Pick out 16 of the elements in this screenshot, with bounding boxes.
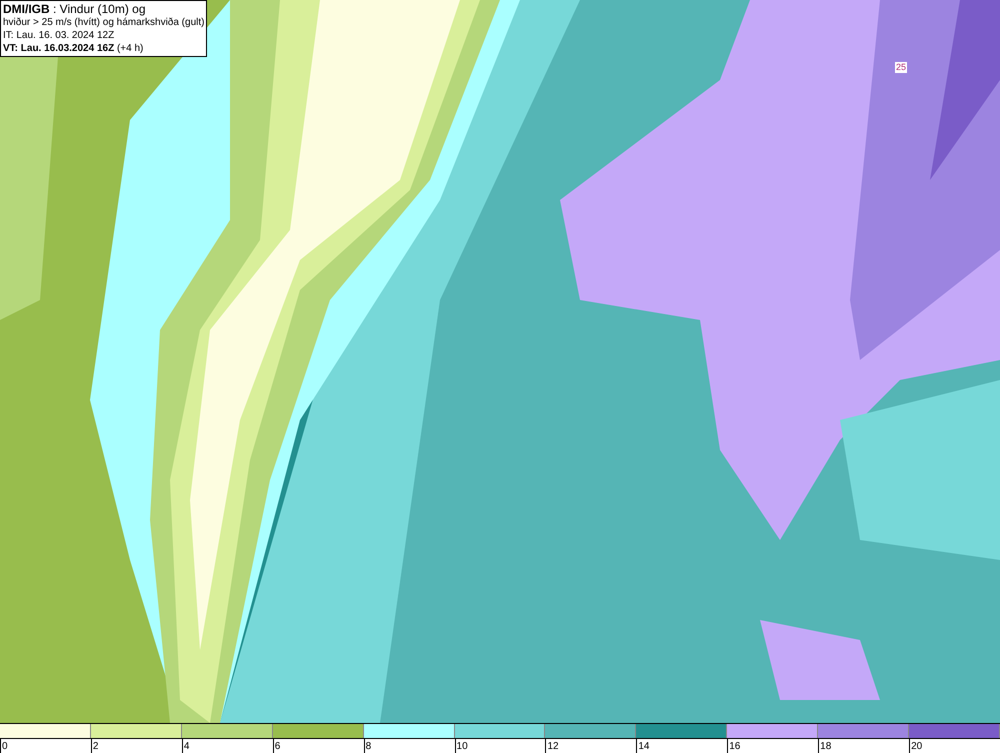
legend-label: 12: [546, 741, 559, 752]
legend-label: 16: [728, 741, 740, 752]
title-line: DMI/IGB : Vindur (10m) og: [3, 2, 146, 16]
legend-label: 2: [92, 741, 98, 752]
contour-label: 25: [895, 62, 908, 73]
title-line: IT: Lau. 16. 03. 2024 12Z: [3, 29, 116, 42]
legend-label: 14: [637, 741, 650, 752]
legend-label: 10: [456, 741, 468, 752]
legend-label: 0: [1, 741, 8, 752]
legend-label: 18: [819, 741, 832, 752]
legend-label: 6: [274, 741, 280, 752]
title-line: VT: Lau. 16.03.2024 16Z (+4 h): [3, 42, 144, 55]
legend-label: 20: [910, 741, 922, 752]
legend-label: 4: [182, 741, 190, 752]
title-line: hviður > 25 m/s (hvítt) og hámarkshviða (gult): [3, 16, 204, 29]
legend-label: 8: [364, 741, 372, 752]
